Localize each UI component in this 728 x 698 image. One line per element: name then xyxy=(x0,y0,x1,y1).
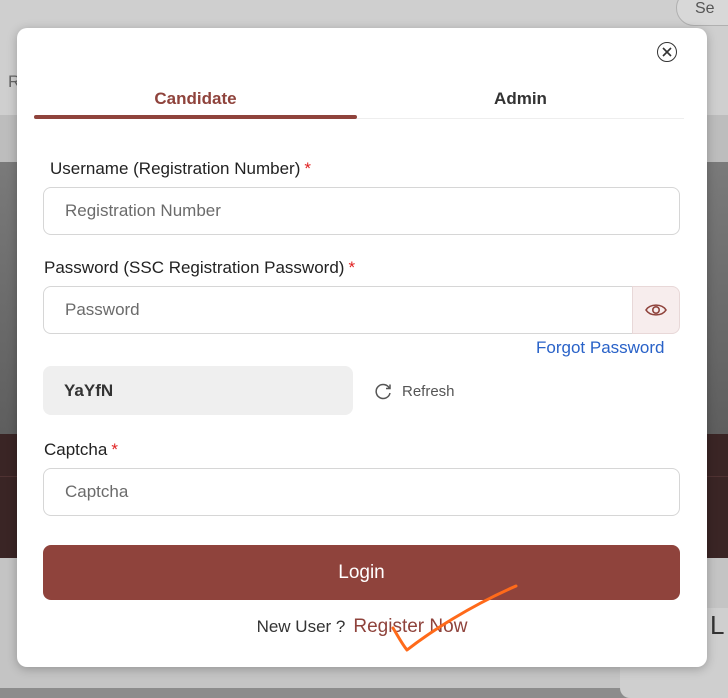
close-icon[interactable] xyxy=(657,42,677,62)
new-user-text: New User ? xyxy=(256,617,346,636)
login-button[interactable]: Login xyxy=(43,545,680,600)
refresh-icon xyxy=(375,383,391,400)
required-mark: * xyxy=(348,258,356,277)
eye-icon[interactable] xyxy=(632,286,680,334)
background-search: Se xyxy=(676,0,728,26)
login-modal: Candidate Admin Username (Registration N… xyxy=(17,28,707,667)
captcha-input[interactable] xyxy=(43,468,680,516)
required-mark: * xyxy=(304,159,311,178)
password-label: Password (SSC Registration Password) * xyxy=(44,258,355,278)
forgot-password-link[interactable]: Forgot Password xyxy=(536,338,665,358)
background-heading-text: L xyxy=(710,610,725,640)
new-user-row: New User ? Register Now xyxy=(17,616,707,638)
captcha-label-text: Captcha xyxy=(44,440,108,459)
captcha-label: Captcha * xyxy=(44,440,118,460)
password-input[interactable] xyxy=(43,286,632,334)
password-field xyxy=(43,286,680,334)
active-tab-indicator xyxy=(34,115,357,119)
tab-candidate[interactable]: Candidate xyxy=(34,78,357,120)
register-now-link[interactable]: Register Now xyxy=(353,616,467,637)
refresh-button[interactable]: Refresh xyxy=(373,380,455,402)
tab-admin[interactable]: Admin xyxy=(357,78,684,120)
login-tabs: Candidate Admin xyxy=(34,78,684,120)
username-label: Username (Registration Number) * xyxy=(50,159,311,179)
password-label-text: Password (SSC Registration Password) xyxy=(44,258,345,277)
required-mark: * xyxy=(111,440,118,459)
username-input[interactable] xyxy=(43,187,680,235)
refresh-label: Refresh xyxy=(402,382,455,400)
captcha-image: YaYfN xyxy=(43,366,353,415)
username-label-text: Username (Registration Number) xyxy=(50,159,301,178)
